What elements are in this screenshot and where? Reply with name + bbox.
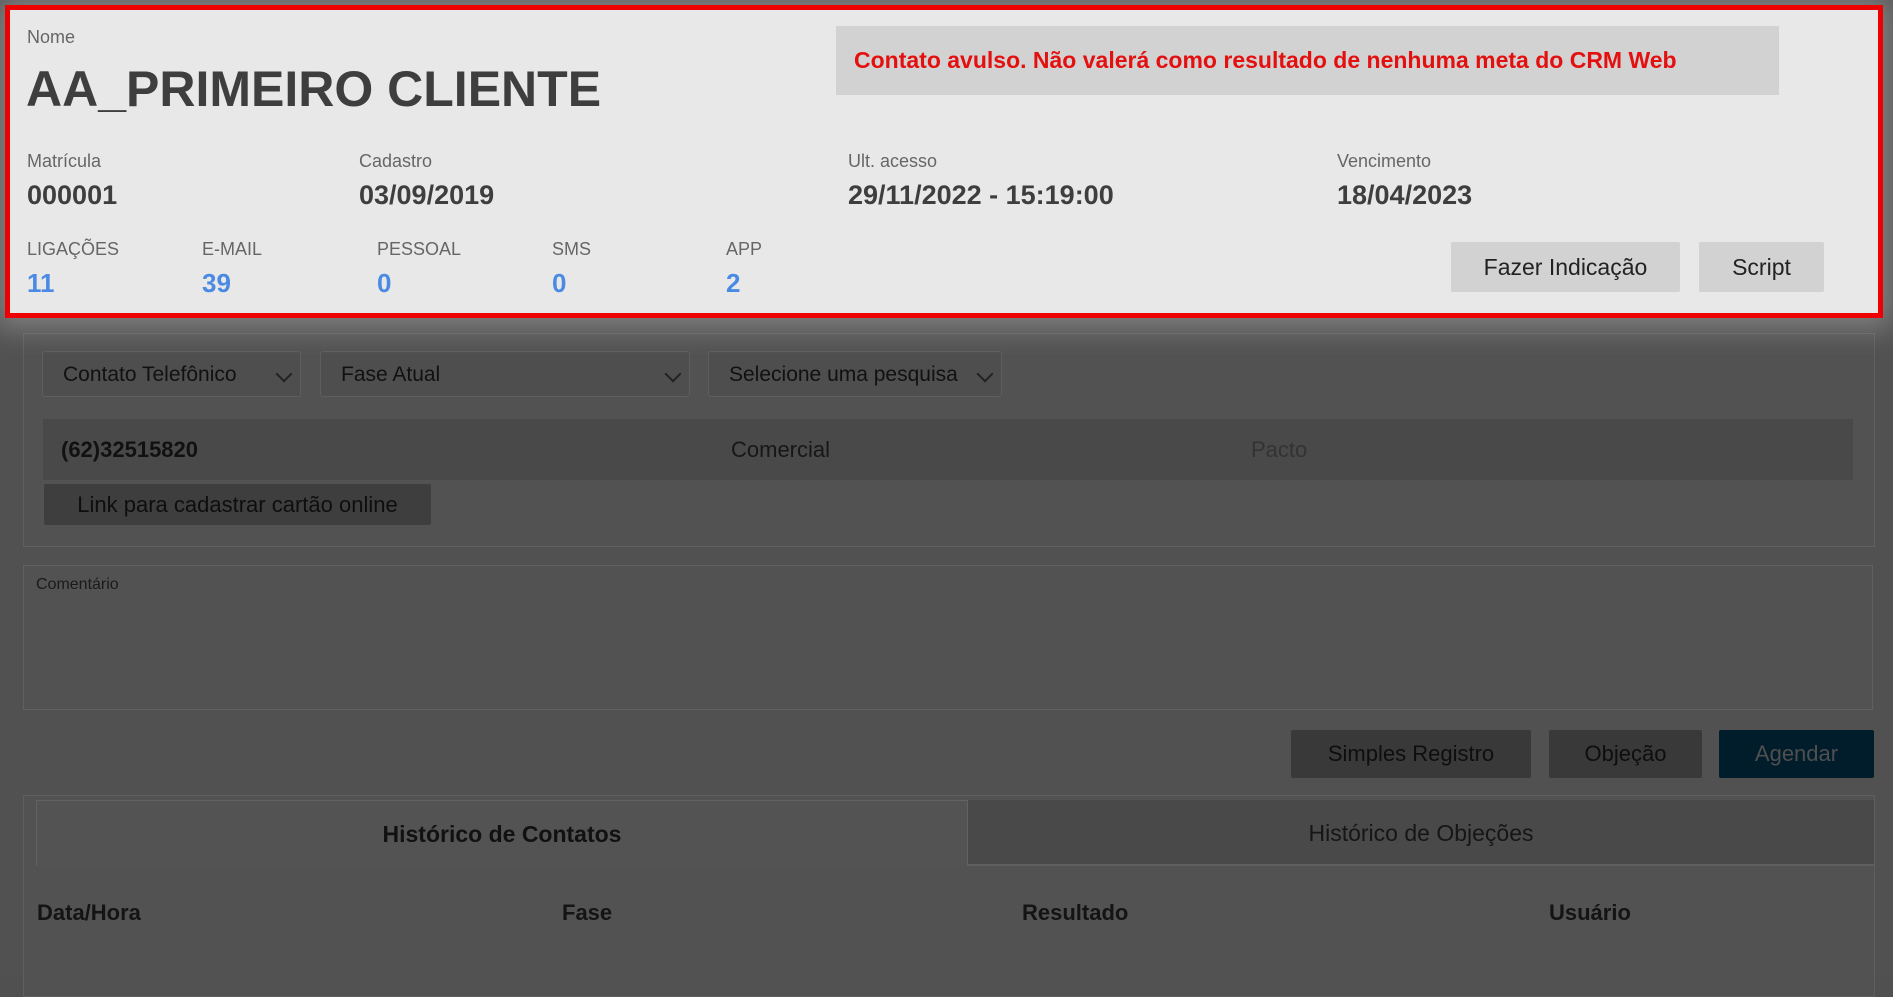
column-header-fase: Fase <box>562 900 613 925</box>
tabs-underline <box>968 864 1874 866</box>
stat-app-label: APP <box>726 239 763 259</box>
contact-type-select-value: Contato Telefônico <box>63 363 237 386</box>
vencimento-label: Vencimento <box>1337 151 1432 171</box>
comment-field[interactable]: Comentário <box>23 565 1873 710</box>
objecao-button[interactable]: Objeção <box>1549 730 1702 778</box>
stat-ligacoes-label: LIGAÇÕES <box>27 239 120 259</box>
phase-select[interactable]: Fase Atual <box>320 351 690 397</box>
nome-label: Nome <box>27 27 76 47</box>
phone-place: Pacto <box>1251 437 1308 462</box>
tab-historico-objecoes-label: Histórico de Objeções <box>1308 820 1534 846</box>
simples-registro-button[interactable]: Simples Registro <box>1291 730 1531 778</box>
client-header-card: Nome AA_PRIMEIRO CLIENTE Contato avulso.… <box>5 5 1883 318</box>
column-header-resultado: Resultado <box>1022 900 1129 925</box>
chevron-down-icon <box>275 365 293 383</box>
vencimento-value: 18/04/2023 <box>1337 180 1473 210</box>
stat-email-value[interactable]: 39 <box>202 268 231 299</box>
matricula-value: 000001 <box>27 180 118 210</box>
column-header-usuario: Usuário <box>1549 900 1631 925</box>
phase-select-value: Fase Atual <box>341 363 441 386</box>
phone-kind: Comercial <box>731 437 831 462</box>
chevron-down-icon <box>976 365 994 383</box>
ult-acesso-value: 29/11/2022 - 15:19:00 <box>848 180 1114 210</box>
contact-alert: Contato avulso. Não valerá como resultad… <box>836 26 1779 95</box>
ult-acesso-label: Ult. acesso <box>848 151 938 171</box>
tab-historico-contatos-label: Histórico de Contatos <box>382 821 622 847</box>
column-header-datahora: Data/Hora <box>37 900 141 925</box>
stat-email-label: E-MAIL <box>202 239 263 259</box>
script-button[interactable]: Script <box>1699 242 1824 292</box>
stat-ligacoes-value[interactable]: 11 <box>27 268 55 299</box>
fazer-indicacao-button[interactable]: Fazer Indicação <box>1451 242 1680 292</box>
stat-pessoal-value[interactable]: 0 <box>377 268 391 299</box>
tab-historico-objecoes[interactable]: Histórico de Objeções <box>968 800 1874 866</box>
contact-type-select[interactable]: Contato Telefônico <box>42 351 301 397</box>
stat-pessoal-label: PESSOAL <box>377 239 462 259</box>
chevron-down-icon <box>664 365 682 383</box>
agendar-button[interactable]: Agendar <box>1719 730 1874 778</box>
phone-row[interactable]: (62)32515820 Comercial Pacto <box>43 419 1853 480</box>
stat-sms-label: SMS <box>552 239 592 259</box>
matricula-label: Matrícula <box>27 151 102 171</box>
tab-historico-contatos[interactable]: Histórico de Contatos <box>36 800 968 866</box>
comment-label: Comentário <box>36 576 119 593</box>
survey-select[interactable]: Selecione uma pesquisa <box>708 351 1002 397</box>
phone-number: (62)32515820 <box>61 437 199 462</box>
card-link-button[interactable]: Link para cadastrar cartão online <box>44 484 431 525</box>
stat-sms-value[interactable]: 0 <box>552 268 566 299</box>
client-name: AA_PRIMEIRO CLIENTE <box>26 61 602 117</box>
survey-select-value: Selecione uma pesquisa <box>729 363 958 386</box>
cadastro-label: Cadastro <box>359 151 433 171</box>
cadastro-value: 03/09/2019 <box>359 180 495 210</box>
stat-app-value[interactable]: 2 <box>726 268 740 299</box>
